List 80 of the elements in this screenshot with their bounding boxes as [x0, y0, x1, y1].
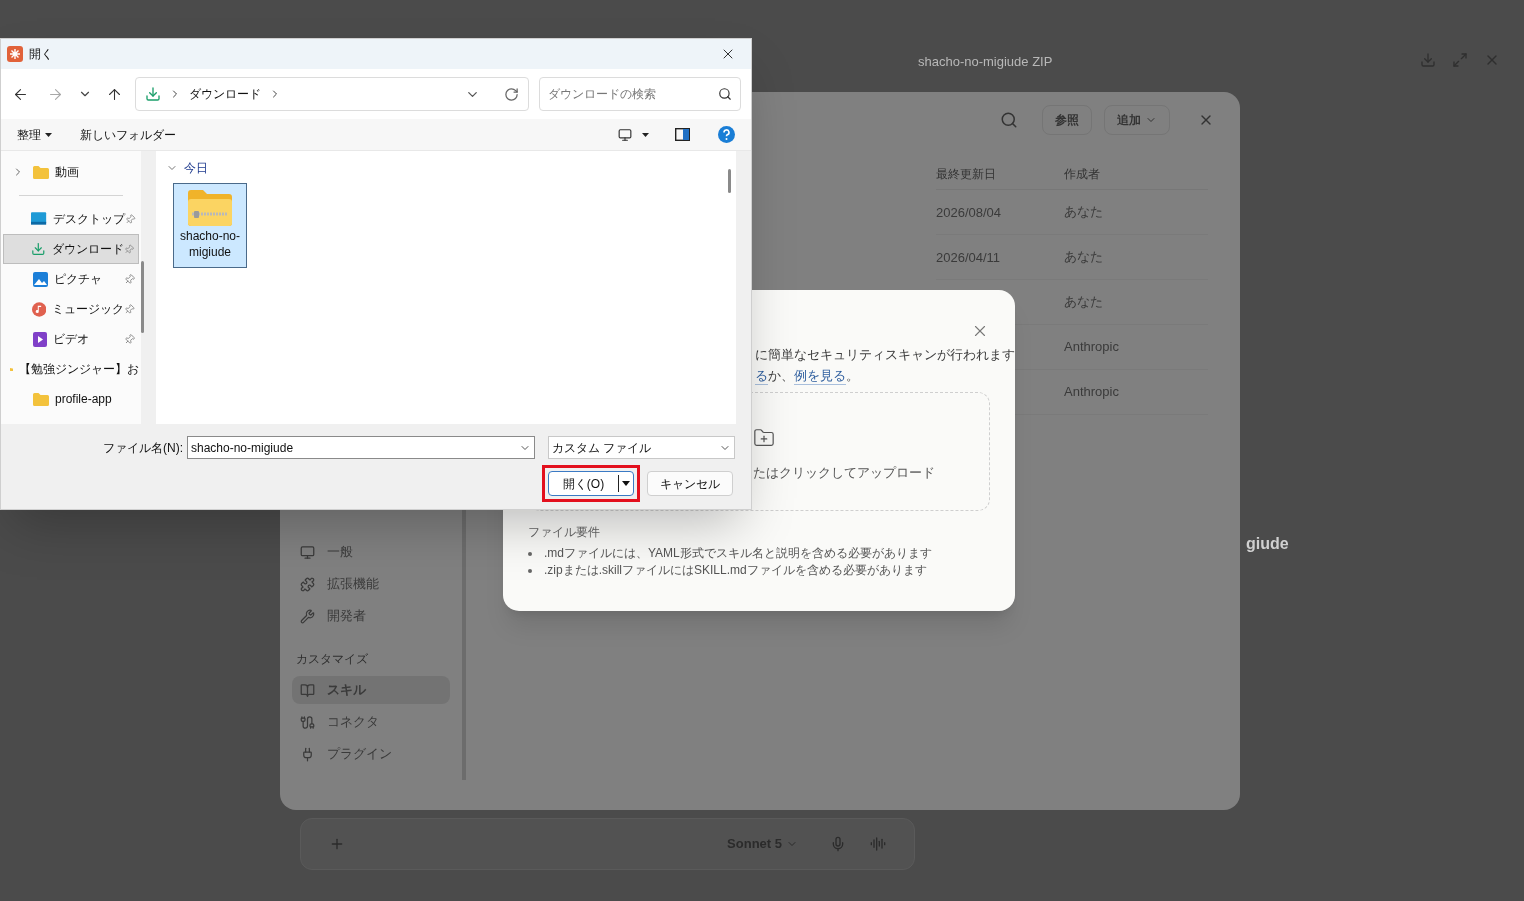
image-icon [33, 271, 48, 287]
caret-icon [622, 481, 630, 486]
drop-zone-text: たはクリックしてアップロード [753, 464, 936, 482]
preview-pane-icon[interactable] [675, 128, 690, 141]
command-button[interactable]: 整理 [17, 125, 52, 144]
nav-item[interactable]: 【勉強ジンジャー】お [3, 354, 139, 384]
notice-text: に簡単なセキュリティスキャンが行われます [755, 346, 1015, 364]
requirement-text: .zipまたは.skillファイルにはSKILL.mdファイルを含める必要があります [544, 562, 927, 579]
caret-icon [45, 132, 52, 137]
breadcrumb[interactable]: ダウンロード [189, 85, 261, 103]
cable-icon [300, 714, 315, 730]
cancel-button[interactable]: キャンセル [647, 471, 733, 496]
link[interactable]: 例を見る [794, 365, 846, 386]
nav-item[interactable]: profile-app [3, 384, 139, 414]
nav-item[interactable]: ダウンロード [3, 234, 139, 264]
table-cell: 2026/04/11 [936, 250, 1001, 265]
caret-icon[interactable] [642, 132, 649, 137]
zip-folder-icon [188, 190, 232, 226]
help-icon[interactable] [718, 126, 735, 143]
bullet-icon [528, 568, 532, 573]
download-icon [31, 241, 46, 257]
table-cell-text: Anthropic [1064, 383, 1119, 402]
section-header: カスタマイズ [295, 651, 369, 668]
refresh-icon[interactable] [504, 86, 519, 102]
scrollbar-track[interactable] [736, 151, 751, 424]
window-title: shacho-no-migiude ZIP [918, 53, 1053, 71]
folder-plus-icon [753, 427, 775, 449]
search-icon[interactable] [1000, 111, 1018, 129]
search-field[interactable]: ダウンロードの検索 [548, 85, 718, 103]
app-icon [7, 46, 23, 62]
heading-text: giude [1246, 534, 1289, 554]
group-header[interactable]: 今日 [166, 159, 736, 177]
nav-item[interactable]: 動画 [3, 157, 139, 187]
requirements-title: ファイル要件 [528, 524, 601, 541]
notice-text: か、 [768, 367, 794, 385]
table-cell-text: あなた [1064, 293, 1103, 312]
book-icon [300, 682, 315, 698]
nav-item[interactable]: デスクトップ [3, 204, 139, 234]
pin-icon[interactable] [122, 301, 138, 317]
plus-icon[interactable] [329, 836, 345, 852]
search-box[interactable]: ダウンロードの検索 [539, 77, 741, 111]
table-cell-text: あなた [1064, 248, 1103, 267]
plug-icon [300, 746, 315, 762]
download-icon[interactable] [1420, 52, 1436, 68]
microphone-icon[interactable] [830, 836, 846, 852]
dialog-title: 開く [29, 46, 53, 63]
field-label: ファイル名(N): [102, 439, 183, 457]
address-bar[interactable]: ダウンロード [135, 77, 529, 111]
monitor-icon [300, 544, 315, 560]
expand-icon[interactable] [1452, 52, 1468, 68]
file-name-combobox[interactable]: shacho-no-migiude [187, 436, 535, 459]
view-icon[interactable] [618, 127, 632, 142]
open-button[interactable]: 開く(O) [548, 471, 634, 496]
audio-icon[interactable] [870, 836, 886, 852]
table-cell-text: Anthropic [1064, 338, 1119, 357]
download-icon [145, 86, 161, 102]
nav-item[interactable]: ピクチャ [3, 264, 139, 294]
search-icon [718, 87, 732, 101]
column-header: 作成者 [1064, 165, 1101, 183]
nav-item[interactable]: ミュージック [3, 294, 139, 324]
video-icon [33, 331, 47, 347]
column-header: 最終更新日 [936, 165, 997, 183]
puzzle-icon [300, 576, 315, 592]
link[interactable]: る [755, 365, 768, 386]
table-cell: 2026/08/04 [936, 205, 1002, 220]
file-name-field[interactable]: shacho-no-migiude [191, 438, 519, 457]
scrollbar-thumb[interactable] [728, 169, 731, 193]
file-item[interactable]: shacho-no-migiude [173, 183, 247, 268]
wrench-icon [300, 608, 315, 624]
file-type-dropdown[interactable]: カスタム ファイル [548, 436, 735, 459]
notice-text: 。 [846, 367, 859, 385]
folder-icon [33, 392, 49, 406]
command-button[interactable]: 新しいフォルダー [80, 125, 176, 144]
table-cell-text: あなた [1064, 203, 1103, 222]
nav-item[interactable]: ビデオ [3, 324, 139, 354]
bullet-icon [528, 551, 532, 556]
folder-icon [33, 165, 49, 179]
desktop-icon [31, 212, 47, 226]
music-icon [31, 301, 47, 317]
requirement-text: .mdファイルには、YAML形式でスキル名と説明を含める必要があります [544, 545, 932, 562]
